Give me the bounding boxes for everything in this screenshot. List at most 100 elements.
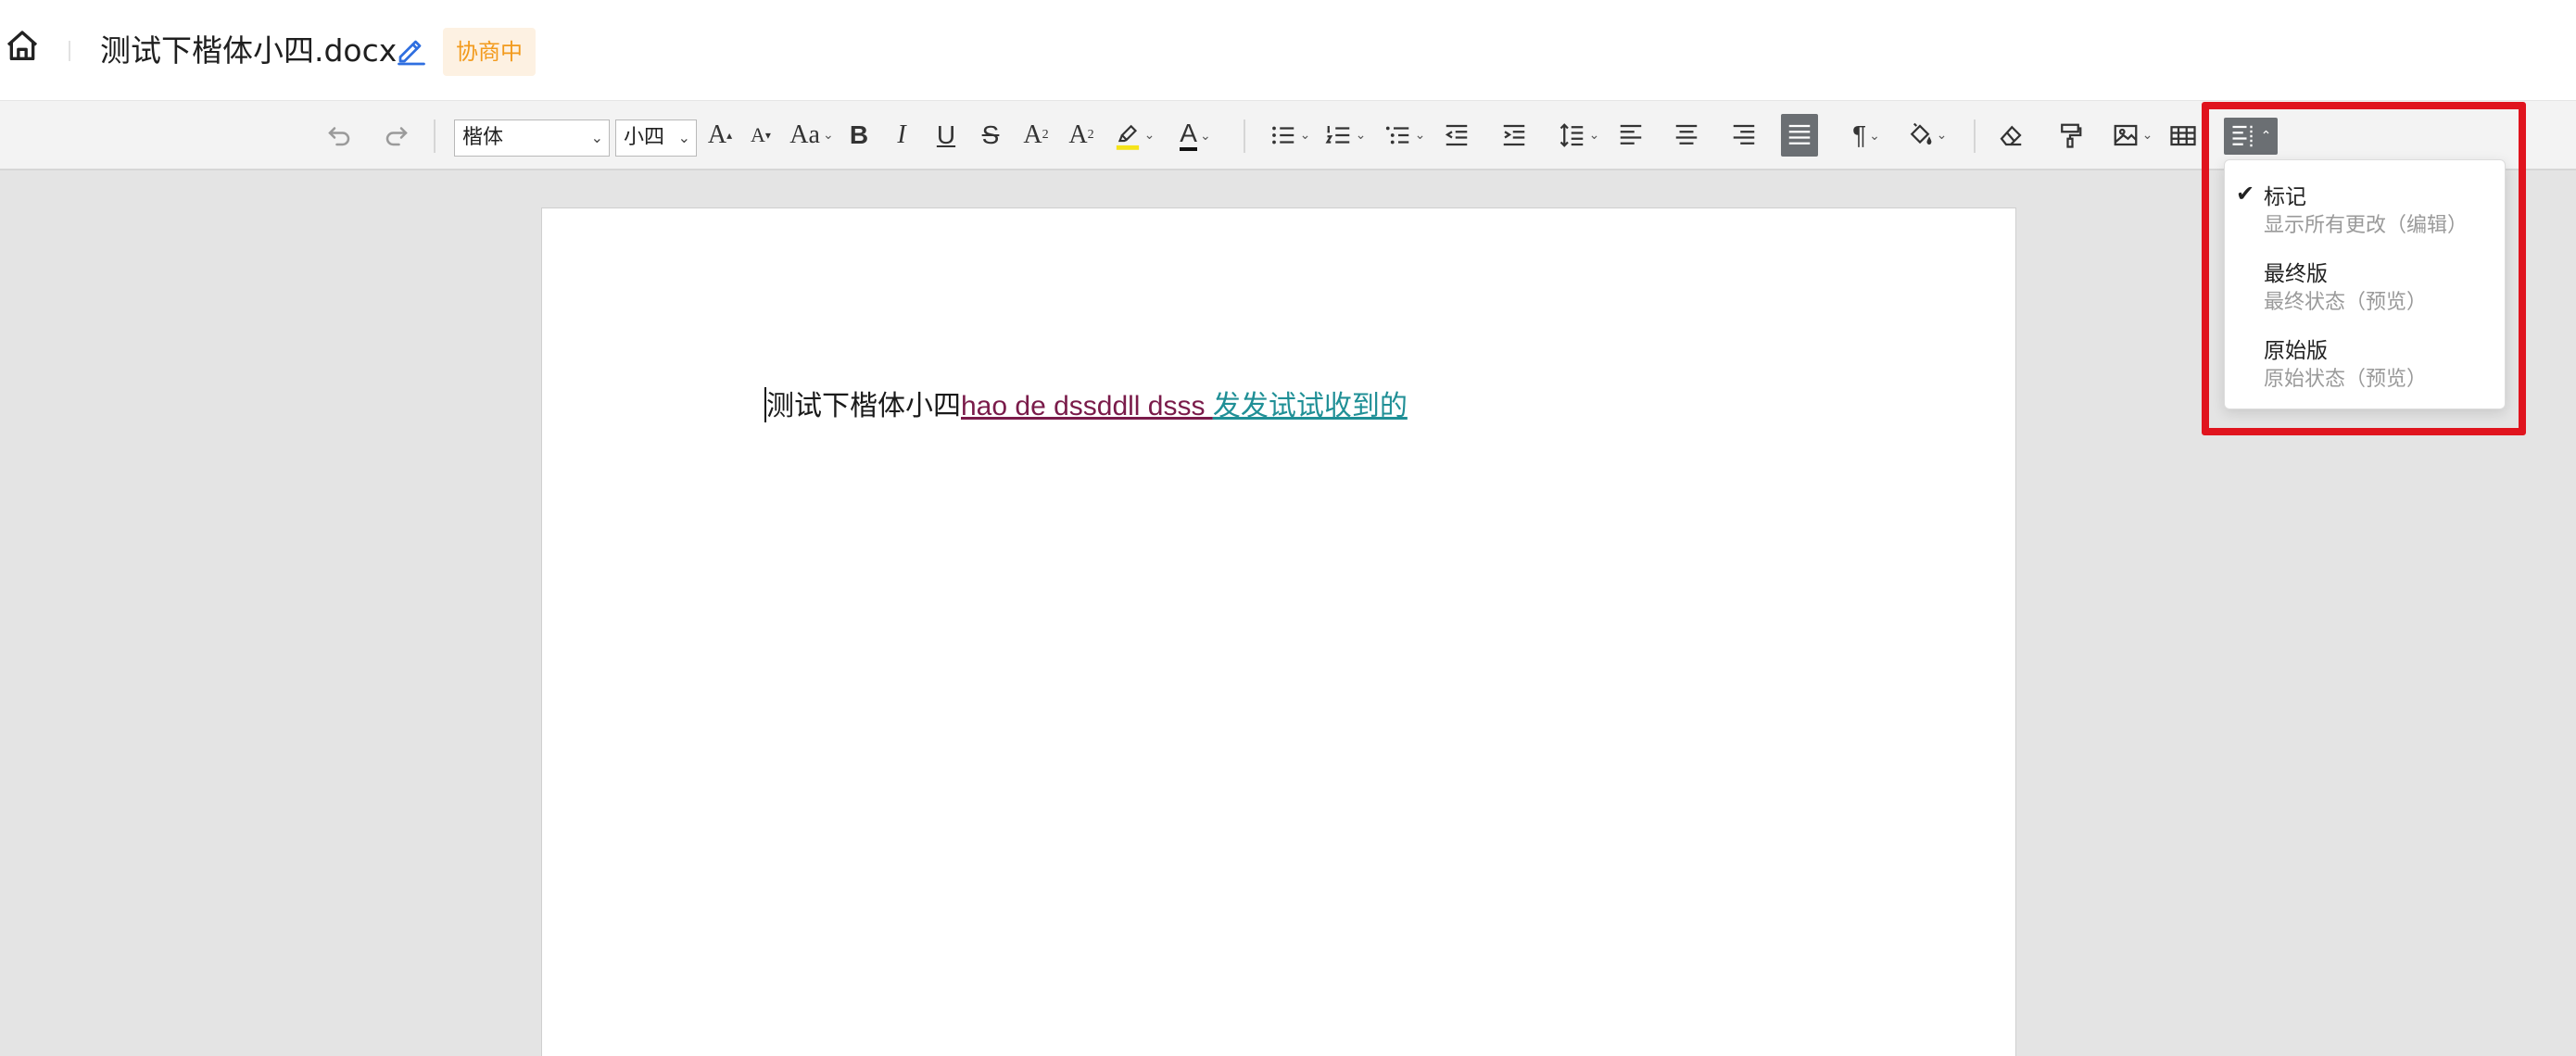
chevron-down-icon: ⌄ xyxy=(590,129,603,146)
chevron-down-icon: ⌄ xyxy=(1936,128,1948,143)
strikethrough-button[interactable]: S xyxy=(975,114,1006,157)
formatting-toolbar: 楷体 ⌄ 小四 ⌄ A ▴ A ▾ Aa ⌄ B I U S A2 A2 ⌄ A ⌄ … xyxy=(0,100,2576,170)
home-button[interactable] xyxy=(4,28,41,69)
format-painter-button[interactable] xyxy=(2052,114,2089,157)
table-icon xyxy=(2170,126,2196,146)
toolbar-separator xyxy=(434,119,436,153)
line-spacing-button[interactable]: ⌄ xyxy=(1553,114,1605,157)
home-icon xyxy=(6,31,38,60)
superscript-icon: A xyxy=(1023,120,1042,149)
font-family-select[interactable]: 楷体 ⌄ xyxy=(454,119,610,157)
menu-item-description: 最终状态（预览） xyxy=(2264,291,2428,314)
chevron-down-icon: ⌄ xyxy=(677,129,690,146)
subscript-button[interactable]: A2 xyxy=(1064,114,1099,157)
menu-item-label: 标记 xyxy=(2264,185,2306,209)
toolbar-separator xyxy=(1244,119,1245,153)
menu-item-description: 原始状态（预览） xyxy=(2264,368,2428,391)
header-divider xyxy=(69,41,70,61)
shading-button[interactable]: ⌄ xyxy=(1900,114,1953,157)
change-case-button[interactable]: Aa ⌄ xyxy=(786,114,838,157)
menu-item-description: 显示所有更改（编辑） xyxy=(2264,214,2469,237)
align-right-icon xyxy=(1733,124,1755,145)
tracked-insertion: hao de dssddll dsss xyxy=(961,391,1213,421)
justify-icon xyxy=(1788,124,1811,145)
numbered-list-icon xyxy=(1325,126,1349,144)
chevron-down-icon: ⌄ xyxy=(1588,128,1600,143)
highlighter-icon xyxy=(1116,124,1139,150)
highlight-color-button[interactable]: ⌄ xyxy=(1108,114,1160,157)
chevron-up-icon: ⌃ xyxy=(2260,129,2272,144)
redo-icon xyxy=(385,127,408,146)
track-changes-icon xyxy=(2232,125,2253,147)
chevron-down-icon: ⌄ xyxy=(1143,128,1155,143)
eraser-icon xyxy=(2000,125,2022,146)
numbered-list-button[interactable]: ⌄ xyxy=(1321,114,1370,157)
chevron-down-icon: ⌄ xyxy=(1355,128,1367,143)
document-page[interactable]: 测试下楷体小四hao de dssddll dsss 发发试试收到的 xyxy=(541,207,2016,1056)
document-title: 测试下楷体小四.docx xyxy=(100,32,398,69)
track-changes-view-menu: ✔ 标记 显示所有更改（编辑） 最终版 最终状态（预览） 原始版 原始状态（预览… xyxy=(2224,159,2506,409)
align-left-icon xyxy=(1620,124,1642,145)
status-badge: 协商中 xyxy=(443,28,536,76)
image-icon xyxy=(2114,124,2137,146)
font-color-icon: A xyxy=(1180,119,1197,151)
menu-item-original[interactable]: 原始版 原始状态（预览） xyxy=(2225,325,2505,396)
italic-icon: I xyxy=(897,120,906,149)
menu-item-label: 最终版 xyxy=(2264,262,2328,286)
underline-button[interactable]: U xyxy=(930,114,962,157)
increase-indent-button[interactable] xyxy=(1496,114,1533,157)
paragraph-marks-button[interactable]: ¶ ⌄ xyxy=(1840,114,1892,157)
shrink-font-icon: A xyxy=(751,123,765,146)
menu-item-final[interactable]: 最终版 最终状态（预览） xyxy=(2225,248,2505,319)
chevron-down-icon: ⌄ xyxy=(2141,128,2153,143)
outdent-icon xyxy=(1445,124,1468,146)
chevron-down-icon: ⌄ xyxy=(1414,128,1426,143)
font-color-button[interactable]: A ⌄ xyxy=(1169,114,1221,157)
menu-item-markup[interactable]: ✔ 标记 显示所有更改（编辑） xyxy=(2225,171,2505,242)
checkmark-icon: ✔ xyxy=(2236,181,2255,207)
undo-icon xyxy=(328,127,350,146)
font-size-select[interactable]: 小四 ⌄ xyxy=(615,119,697,157)
bullet-list-button[interactable]: ⌄ xyxy=(1266,114,1314,157)
format-painter-icon xyxy=(2061,123,2082,148)
chevron-down-icon: ⌄ xyxy=(822,128,834,143)
chevron-down-icon: ⌄ xyxy=(1299,128,1311,143)
multilevel-list-icon xyxy=(1385,126,1408,145)
align-center-button[interactable] xyxy=(1668,114,1705,157)
underline-icon: U xyxy=(936,120,956,149)
clear-format-button[interactable] xyxy=(1992,114,2029,157)
justify-button[interactable] xyxy=(1781,114,1818,157)
line-spacing-icon xyxy=(1559,123,1583,147)
chevron-down-icon: ⌄ xyxy=(1199,127,1211,143)
align-center-icon xyxy=(1675,124,1698,145)
paint-bucket-icon xyxy=(1910,122,1932,145)
align-right-button[interactable] xyxy=(1725,114,1762,157)
align-left-button[interactable] xyxy=(1612,114,1649,157)
toolbar-separator xyxy=(1974,119,1976,153)
shrink-font-button[interactable]: A ▾ xyxy=(745,114,777,157)
decrease-indent-button[interactable] xyxy=(1438,114,1475,157)
document-paragraph[interactable]: 测试下楷体小四hao de dssddll dsss 发发试试收到的 xyxy=(764,386,1408,427)
font-family-value: 楷体 xyxy=(462,126,504,149)
change-case-icon: Aa xyxy=(789,120,820,149)
bold-button[interactable]: B xyxy=(843,114,875,157)
original-text: 测试下楷体小四 xyxy=(766,390,961,422)
header-bar: 测试下楷体小四.docx 协商中 xyxy=(0,0,2576,100)
insert-table-button[interactable]: ⌄ xyxy=(2165,114,2215,157)
multilevel-list-button[interactable]: ⌄ xyxy=(1379,114,1431,157)
italic-button[interactable]: I xyxy=(886,114,917,157)
superscript-button[interactable]: A2 xyxy=(1019,114,1053,157)
pilcrow-icon: ¶ xyxy=(1852,120,1867,149)
tracked-insertion: 发发试试收到的 xyxy=(1212,390,1408,422)
subscript-icon: A xyxy=(1068,120,1088,149)
insert-image-button[interactable]: ⌄ xyxy=(2107,114,2157,157)
track-changes-view-button[interactable]: ⌃ xyxy=(2224,118,2278,155)
redo-button[interactable] xyxy=(378,114,415,157)
bold-icon: B xyxy=(849,120,869,149)
grow-font-icon: A xyxy=(707,120,727,149)
rename-button[interactable] xyxy=(395,33,428,67)
undo-button[interactable] xyxy=(321,114,358,157)
font-size-value: 小四 xyxy=(624,126,665,149)
pencil-icon xyxy=(398,40,425,66)
grow-font-button[interactable]: A ▴ xyxy=(704,114,736,157)
